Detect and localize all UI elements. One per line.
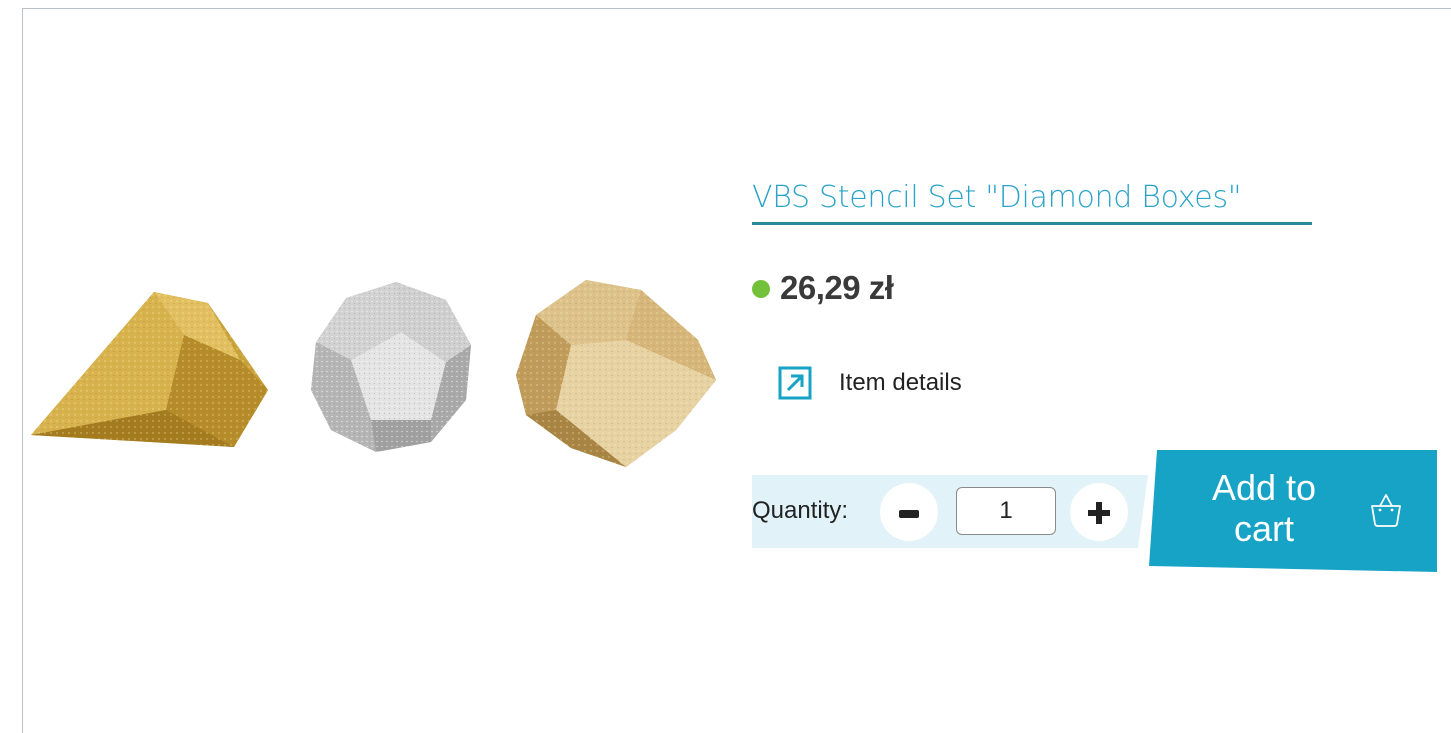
- increase-quantity-button[interactable]: [1070, 483, 1128, 541]
- decrease-quantity-button[interactable]: [880, 483, 938, 541]
- add-to-cart-button[interactable]: Add to cart: [1149, 450, 1437, 572]
- quantity-panel: Quantity:: [752, 475, 1148, 548]
- product-title-link[interactable]: VBS Stencil Set "Diamond Boxes": [752, 178, 1242, 218]
- title-underline: [752, 222, 1312, 225]
- basket-icon: [1371, 494, 1401, 527]
- quantity-label: Quantity:: [752, 497, 849, 524]
- add-to-cart-label: Add to cart: [1211, 467, 1317, 549]
- external-link-arrow-icon: [778, 366, 812, 400]
- gold-diamond-box-right: [516, 280, 716, 467]
- item-details-label: Item details: [839, 369, 962, 396]
- product-image[interactable]: [26, 270, 726, 480]
- quantity-input[interactable]: [956, 487, 1056, 535]
- minus-icon: [899, 510, 919, 518]
- availability-dot-icon: [752, 280, 770, 298]
- silver-diamond-box-middle: [311, 282, 471, 452]
- gold-diamond-box-left: [31, 292, 268, 447]
- product-price: 26,29 zł: [780, 269, 894, 306]
- plus-icon-vertical: [1096, 502, 1102, 524]
- item-details-link[interactable]: Item details: [778, 364, 962, 402]
